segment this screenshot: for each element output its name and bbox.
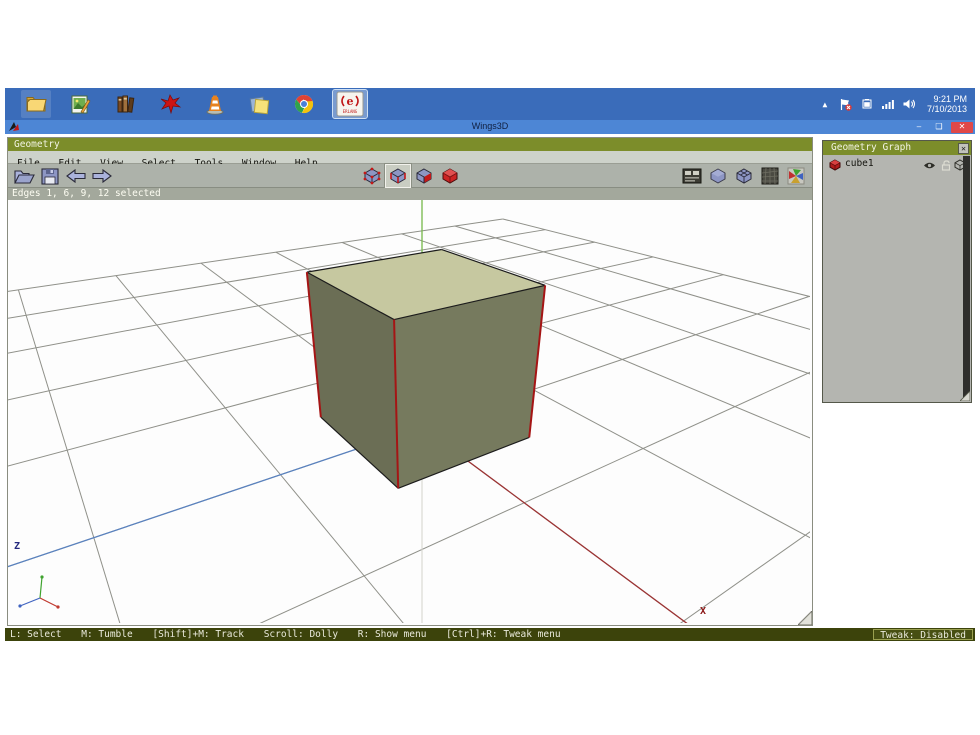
taskbar-library-icon[interactable] <box>111 90 141 118</box>
traffic-cone-icon <box>203 92 227 116</box>
body-mode-cube-icon <box>441 167 459 185</box>
axes-toggle-button[interactable] <box>784 165 808 187</box>
svg-text:e: e <box>347 95 354 108</box>
action-center-flag-icon[interactable] <box>839 97 853 111</box>
show-hidden-icons-chevron[interactable]: ▲ <box>818 97 832 111</box>
scrollbar-track[interactable] <box>963 156 970 401</box>
flat-shaded-view-button[interactable] <box>732 165 756 187</box>
open-file-button[interactable] <box>12 165 36 187</box>
close-button[interactable]: ✕ <box>951 122 973 133</box>
network-signal-icon[interactable] <box>881 97 895 111</box>
toolbar <box>8 164 812 188</box>
restore-button[interactable]: ❑ <box>931 122 947 133</box>
photo-editor-icon <box>69 92 93 116</box>
window-title: Wings3D <box>5 121 975 131</box>
tray-time: 9:21 PM <box>927 94 967 104</box>
smooth-shaded-view-button[interactable] <box>706 165 730 187</box>
erlang-label: ERLANG <box>343 109 358 114</box>
taskbar: e ERLANG ▲ <box>5 88 975 120</box>
taskbar-chrome-icon[interactable] <box>289 90 319 118</box>
face-mode-button[interactable] <box>412 165 436 187</box>
hint-middle-mouse: M: Tumble <box>81 629 132 640</box>
ground-plane-toggle-button[interactable] <box>758 165 782 187</box>
list-item[interactable]: cube1 <box>823 157 963 172</box>
dialog-panels-icon <box>682 168 702 184</box>
hint-left-mouse: L: Select <box>10 629 61 640</box>
taskbar-vlc-icon[interactable] <box>200 90 230 118</box>
geometry-graph-window: Geometry Graph ✕ cube1 <box>823 141 971 402</box>
books-icon <box>114 92 138 116</box>
visibility-eye-icon[interactable] <box>923 161 936 170</box>
save-file-button[interactable] <box>38 165 62 187</box>
windows-dialog-button[interactable] <box>680 165 704 187</box>
redo-arrow-icon <box>91 168 113 184</box>
hint-right-mouse: R: Show menu <box>358 629 427 640</box>
viewport-3d[interactable]: XZ <box>8 200 810 623</box>
hint-shift-middle: [Shift]+M: Track <box>152 629 244 640</box>
window-titlebar[interactable]: Wings3D – ❑ ✕ <box>5 120 975 134</box>
undo-button[interactable] <box>64 165 88 187</box>
vertex-mode-cube-icon <box>363 167 381 185</box>
hint-ctrl-right: [Ctrl]+R: Tweak menu <box>446 629 560 640</box>
speaker-icon[interactable] <box>902 97 916 111</box>
tray-date: 7/10/2013 <box>927 104 967 114</box>
viewport-resize-handle[interactable] <box>798 611 812 625</box>
open-folder-icon <box>13 167 35 186</box>
undo-arrow-icon <box>65 168 87 184</box>
taskbar-file-explorer-icon[interactable] <box>21 90 51 118</box>
ground-grid-icon <box>761 167 779 185</box>
geometry-graph-close-icon[interactable]: ✕ <box>958 143 969 154</box>
system-tray: ▲ <box>818 88 971 120</box>
geometry-window: Geometry File Edit View Select Tools Win… <box>8 138 812 625</box>
edge-mode-button[interactable] <box>386 165 410 187</box>
minimize-button[interactable]: – <box>911 122 927 133</box>
geometry-graph-header[interactable]: Geometry Graph <box>823 141 971 155</box>
view-options-group <box>680 165 808 187</box>
menu-bar: File Edit View Select Tools Window Help <box>8 151 812 164</box>
notes-icon <box>247 92 271 116</box>
chrome-icon <box>292 92 316 116</box>
taskbar-red-creature-app-icon[interactable] <box>155 90 185 118</box>
vertex-mode-button[interactable] <box>360 165 384 187</box>
svg-text:Z: Z <box>14 541 20 552</box>
erlang-icon: e ERLANG <box>336 91 364 117</box>
svg-text:X: X <box>700 606 706 617</box>
axes-icon <box>787 167 805 185</box>
object-cube-icon <box>829 159 841 171</box>
red-creature-icon <box>158 92 182 116</box>
selection-mode-group <box>360 165 462 187</box>
face-mode-cube-icon <box>415 167 433 185</box>
screen: e ERLANG ▲ <box>0 0 980 735</box>
redo-button[interactable] <box>90 165 114 187</box>
geometry-window-header[interactable]: Geometry <box>8 138 812 151</box>
taskbar-erlang-icon[interactable]: e ERLANG <box>333 90 367 118</box>
clock[interactable]: 9:21 PM 7/10/2013 <box>927 94 967 114</box>
hint-scroll: Scroll: Dolly <box>264 629 338 640</box>
file-tool-group <box>12 165 114 187</box>
battery-icon[interactable] <box>860 97 874 111</box>
taskbar-sticky-notes-icon[interactable] <box>244 90 274 118</box>
tweak-status: Tweak: Disabled <box>873 629 973 640</box>
edge-mode-cube-icon <box>389 167 407 185</box>
graph-resize-handle[interactable] <box>960 391 970 401</box>
status-bar: L: Select M: Tumble [Shift]+M: Track Scr… <box>5 628 975 641</box>
lock-icon[interactable] <box>941 160 951 171</box>
object-name: cube1 <box>845 158 874 169</box>
wireframe-cube-icon <box>735 167 753 185</box>
body-mode-button[interactable] <box>438 165 462 187</box>
smooth-cube-icon <box>709 167 727 185</box>
selection-info-line: Edges 1, 6, 9, 12 selected <box>8 188 812 200</box>
floppy-disk-icon <box>40 167 60 186</box>
taskbar-photo-editor-icon[interactable] <box>66 90 96 118</box>
folder-icon <box>24 92 48 116</box>
